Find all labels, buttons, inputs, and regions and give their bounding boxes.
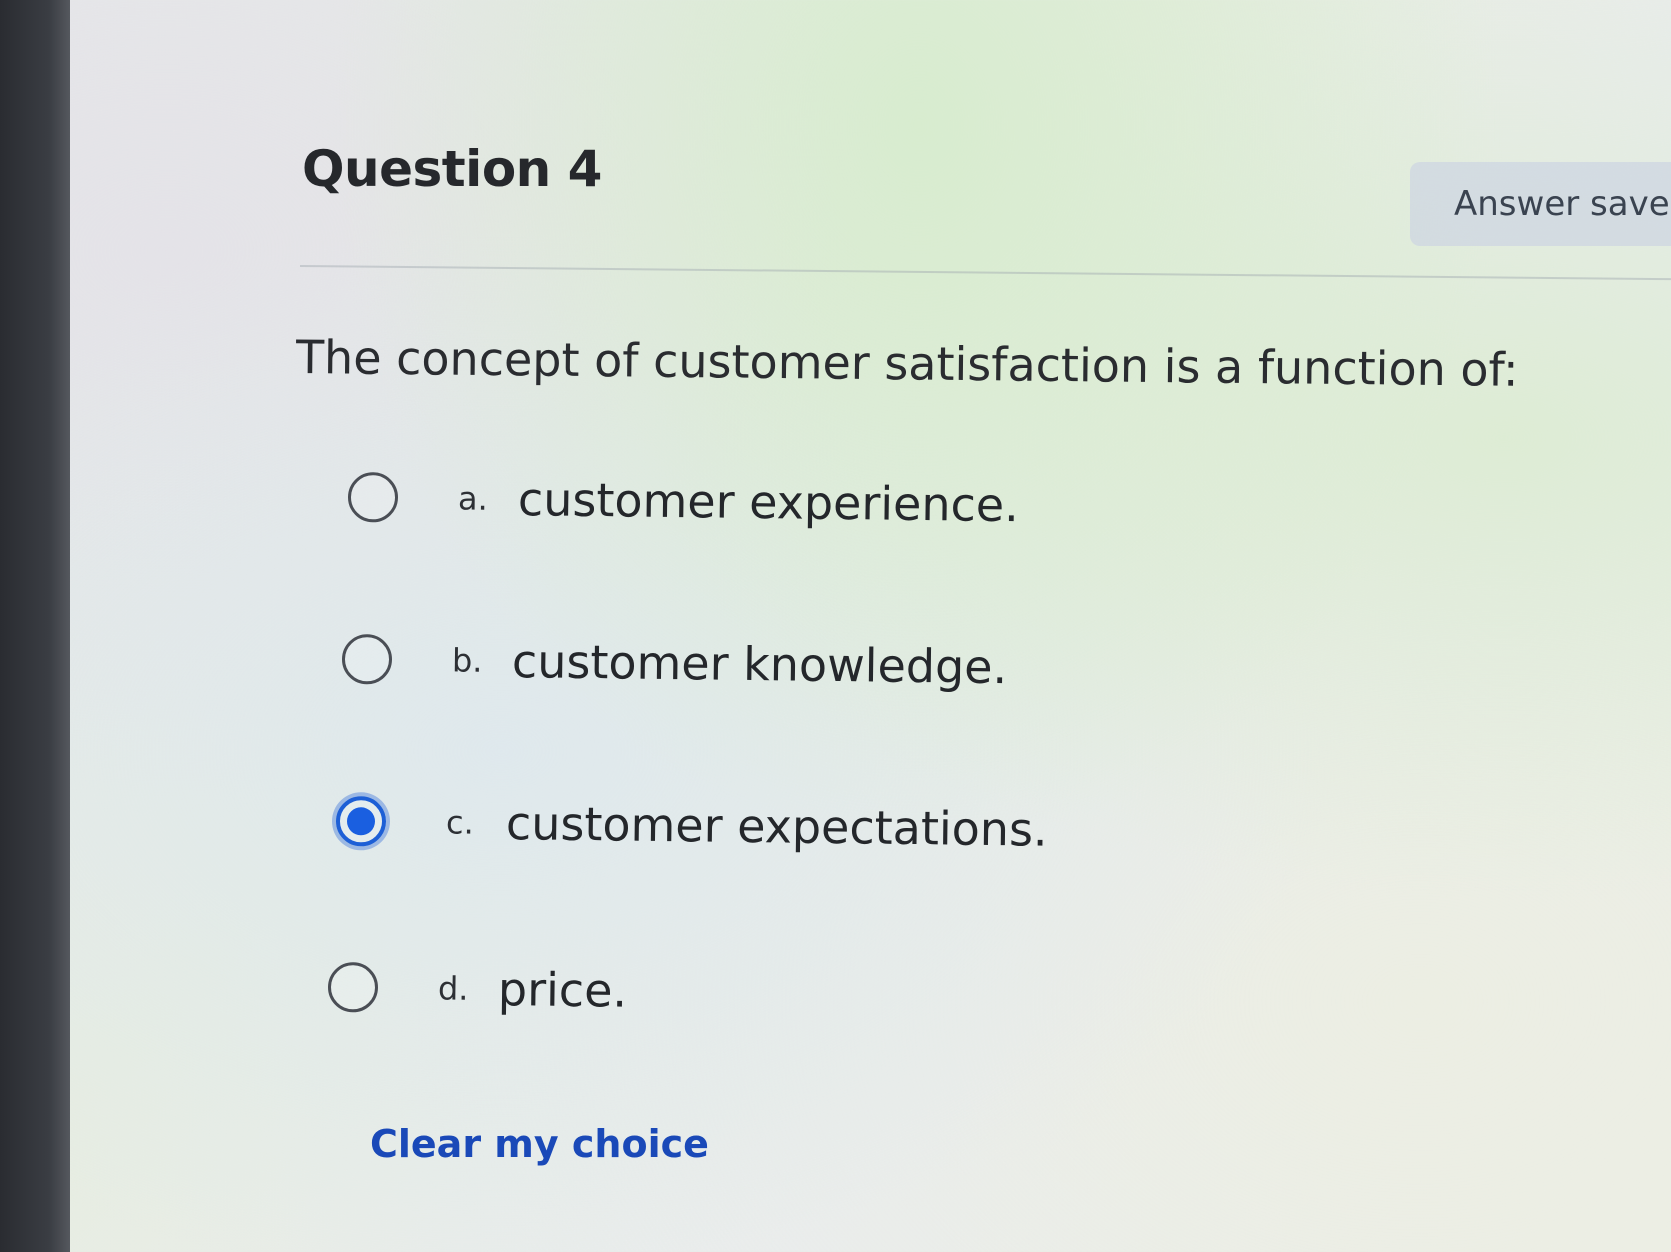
header-divider — [299, 265, 1671, 281]
option-b[interactable]: b. customer knowledge. — [341, 632, 1008, 695]
option-a-text: customer experience. — [517, 472, 1020, 533]
option-a-letter: a. — [457, 479, 489, 518]
radio-option-b[interactable] — [341, 634, 393, 685]
option-c[interactable]: c. customer expectations. — [335, 794, 1048, 857]
answer-status-label: Answer save — [1454, 184, 1670, 224]
question-text: The concept of customer satisfaction is … — [295, 330, 1519, 397]
option-d-text: price. — [497, 962, 628, 1018]
option-a[interactable]: a. customer experience. — [347, 470, 1020, 533]
answer-status-badge: Answer save — [1410, 162, 1671, 246]
option-d-letter: d. — [437, 969, 469, 1008]
radio-option-a[interactable] — [347, 472, 399, 523]
quiz-screen: Question 4 Answer save The concept of cu… — [70, 0, 1671, 1252]
option-b-letter: b. — [451, 641, 483, 680]
clear-choice-link[interactable]: Clear my choice — [370, 1122, 709, 1166]
radio-option-c-selected[interactable] — [335, 796, 387, 847]
radio-option-d[interactable] — [327, 962, 379, 1013]
monitor-bezel — [0, 0, 70, 1252]
option-d[interactable]: d. price. — [327, 960, 628, 1018]
option-b-text: customer knowledge. — [511, 634, 1008, 695]
option-c-letter: c. — [445, 803, 474, 842]
option-c-text: customer expectations. — [505, 796, 1048, 857]
question-title: Question 4 — [302, 140, 602, 198]
